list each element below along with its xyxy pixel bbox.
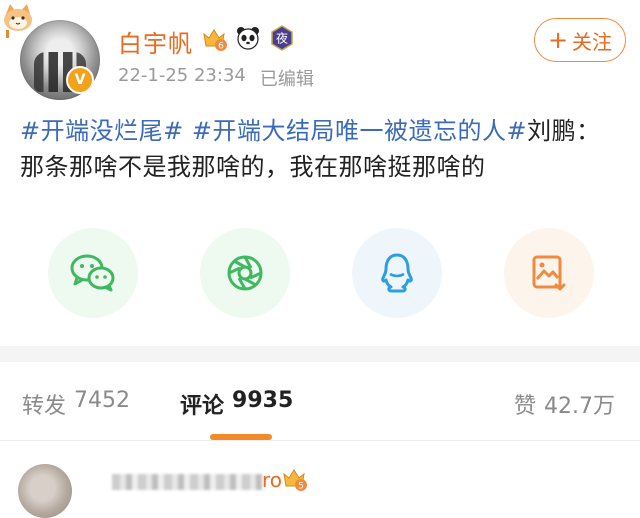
qq-icon [381, 253, 413, 293]
tab-repost[interactable]: 转发 7452 [22, 388, 130, 420]
post-timestamp: 22-1-25 23:34 [118, 65, 246, 86]
comment-count: 9935 [232, 388, 294, 413]
stats-tabs: 转发 7452 评论 9935 赞 42.7万 [0, 362, 640, 438]
share-wechat-button[interactable] [48, 228, 138, 318]
topic-link[interactable]: #开端没烂尾# [20, 117, 184, 145]
night-badge-icon[interactable]: 夜 [268, 24, 296, 52]
verified-v-icon: V [66, 66, 94, 94]
tab-comment[interactable]: 评论 9935 [180, 388, 293, 420]
repost-label: 转发 [22, 394, 67, 419]
save-image-icon [532, 255, 566, 291]
follow-button[interactable]: + 关注 [534, 18, 626, 62]
moments-icon [227, 255, 263, 291]
panda-icon[interactable] [234, 24, 262, 52]
svg-text:6: 6 [218, 42, 224, 52]
repost-count: 7452 [74, 388, 131, 413]
like-count: 42.7万 [544, 394, 616, 419]
commenter-name-blurred [112, 474, 262, 490]
edited-label: 已编辑 [259, 69, 314, 90]
author-name[interactable]: 白宇帆 [118, 24, 193, 59]
comment-label: 评论 [180, 394, 225, 419]
divider [0, 440, 640, 441]
save-image-button[interactable] [504, 228, 594, 318]
commenter-avatar[interactable] [18, 464, 72, 518]
share-moments-button[interactable] [200, 228, 290, 318]
wechat-icon [70, 254, 115, 292]
crown-level-5-icon: 5 [280, 464, 308, 496]
share-bar [48, 228, 594, 318]
post-content: #开端没烂尾# #开端大结局唯一被遗忘的人#刘鹏：那条那啥不是我那啥的，我在那啥… [20, 113, 620, 185]
section-divider [0, 346, 640, 362]
like-label: 赞 [514, 394, 537, 419]
svg-text:5: 5 [298, 482, 304, 492]
svg-text:夜: 夜 [276, 31, 288, 46]
share-qq-button[interactable] [352, 228, 442, 318]
plus-icon: + [547, 26, 569, 54]
topic-link[interactable]: #开端大结局唯一被遗忘的人# [192, 117, 527, 145]
post-meta: 22-1-25 23:34 已编辑 [118, 65, 314, 91]
follow-label: 关注 [572, 29, 613, 54]
crown-level-6-icon[interactable]: 6 [200, 24, 228, 52]
tab-like[interactable]: 赞 42.7万 [514, 388, 615, 420]
author-badges: 6 夜 [200, 24, 296, 52]
